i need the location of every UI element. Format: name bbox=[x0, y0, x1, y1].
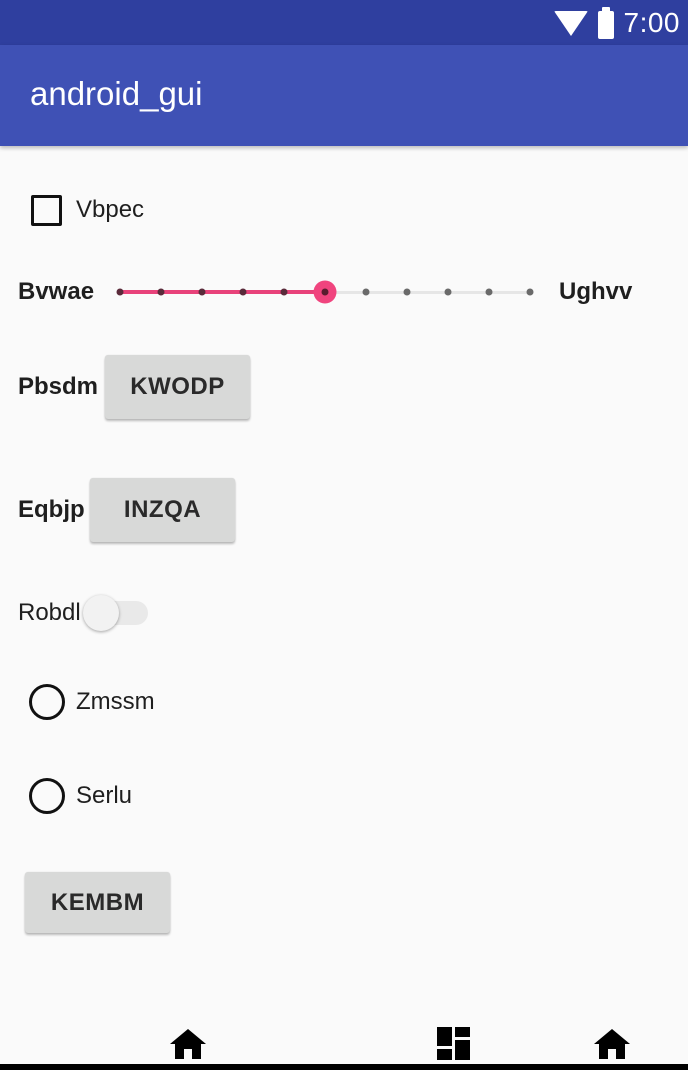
slider-tick bbox=[157, 288, 165, 296]
radio-label-serlu: Serlu bbox=[76, 782, 133, 809]
slider-tick bbox=[239, 288, 247, 296]
app-title: android_gui bbox=[30, 75, 203, 112]
app-bar: android_gui bbox=[0, 45, 688, 146]
slider-tick bbox=[444, 288, 452, 296]
dashboard-icon[interactable] bbox=[437, 1027, 471, 1061]
slider-tick bbox=[280, 288, 288, 296]
slider-label-right: Ughvv bbox=[559, 278, 633, 305]
slider-label-left: Bvwae bbox=[18, 278, 95, 305]
slider-tick bbox=[403, 288, 411, 296]
slider-tick bbox=[526, 288, 534, 296]
robdl-switch-thumb[interactable] bbox=[83, 595, 119, 631]
battery-icon bbox=[597, 7, 614, 39]
eqbjp-label: Eqbjp bbox=[18, 496, 85, 523]
nav-bottom-edge bbox=[0, 1064, 688, 1070]
zmssm-radio[interactable] bbox=[29, 684, 65, 720]
status-time: 7:00 bbox=[623, 6, 680, 38]
wifi-icon bbox=[553, 11, 588, 36]
radio-label-zmssm: Zmssm bbox=[76, 688, 155, 715]
checkbox-label: Vbpec bbox=[76, 196, 145, 223]
slider-tick bbox=[198, 288, 206, 296]
vbpec-checkbox[interactable] bbox=[31, 195, 62, 226]
slider-track-fill bbox=[120, 290, 325, 294]
kembm-button[interactable]: KEMBM bbox=[25, 872, 170, 933]
status-bar: 7:00 bbox=[0, 0, 688, 45]
switch-label: Robdl bbox=[18, 599, 81, 626]
slider-thumb[interactable] bbox=[313, 280, 337, 304]
serlu-radio[interactable] bbox=[29, 778, 65, 814]
home-icon[interactable] bbox=[594, 1029, 630, 1059]
navigation-bar bbox=[0, 1022, 688, 1070]
slider-tick bbox=[485, 288, 493, 296]
kwodp-button[interactable]: KWODP bbox=[105, 355, 250, 419]
slider-tick bbox=[362, 288, 370, 296]
inzqa-button[interactable]: INZQA bbox=[90, 478, 235, 542]
slider-tick bbox=[116, 288, 124, 296]
pbsdm-label: Pbsdm bbox=[18, 373, 99, 400]
seek-slider[interactable] bbox=[110, 276, 540, 308]
home-icon[interactable] bbox=[170, 1029, 206, 1059]
status-icons: 7:00 bbox=[553, 0, 681, 45]
